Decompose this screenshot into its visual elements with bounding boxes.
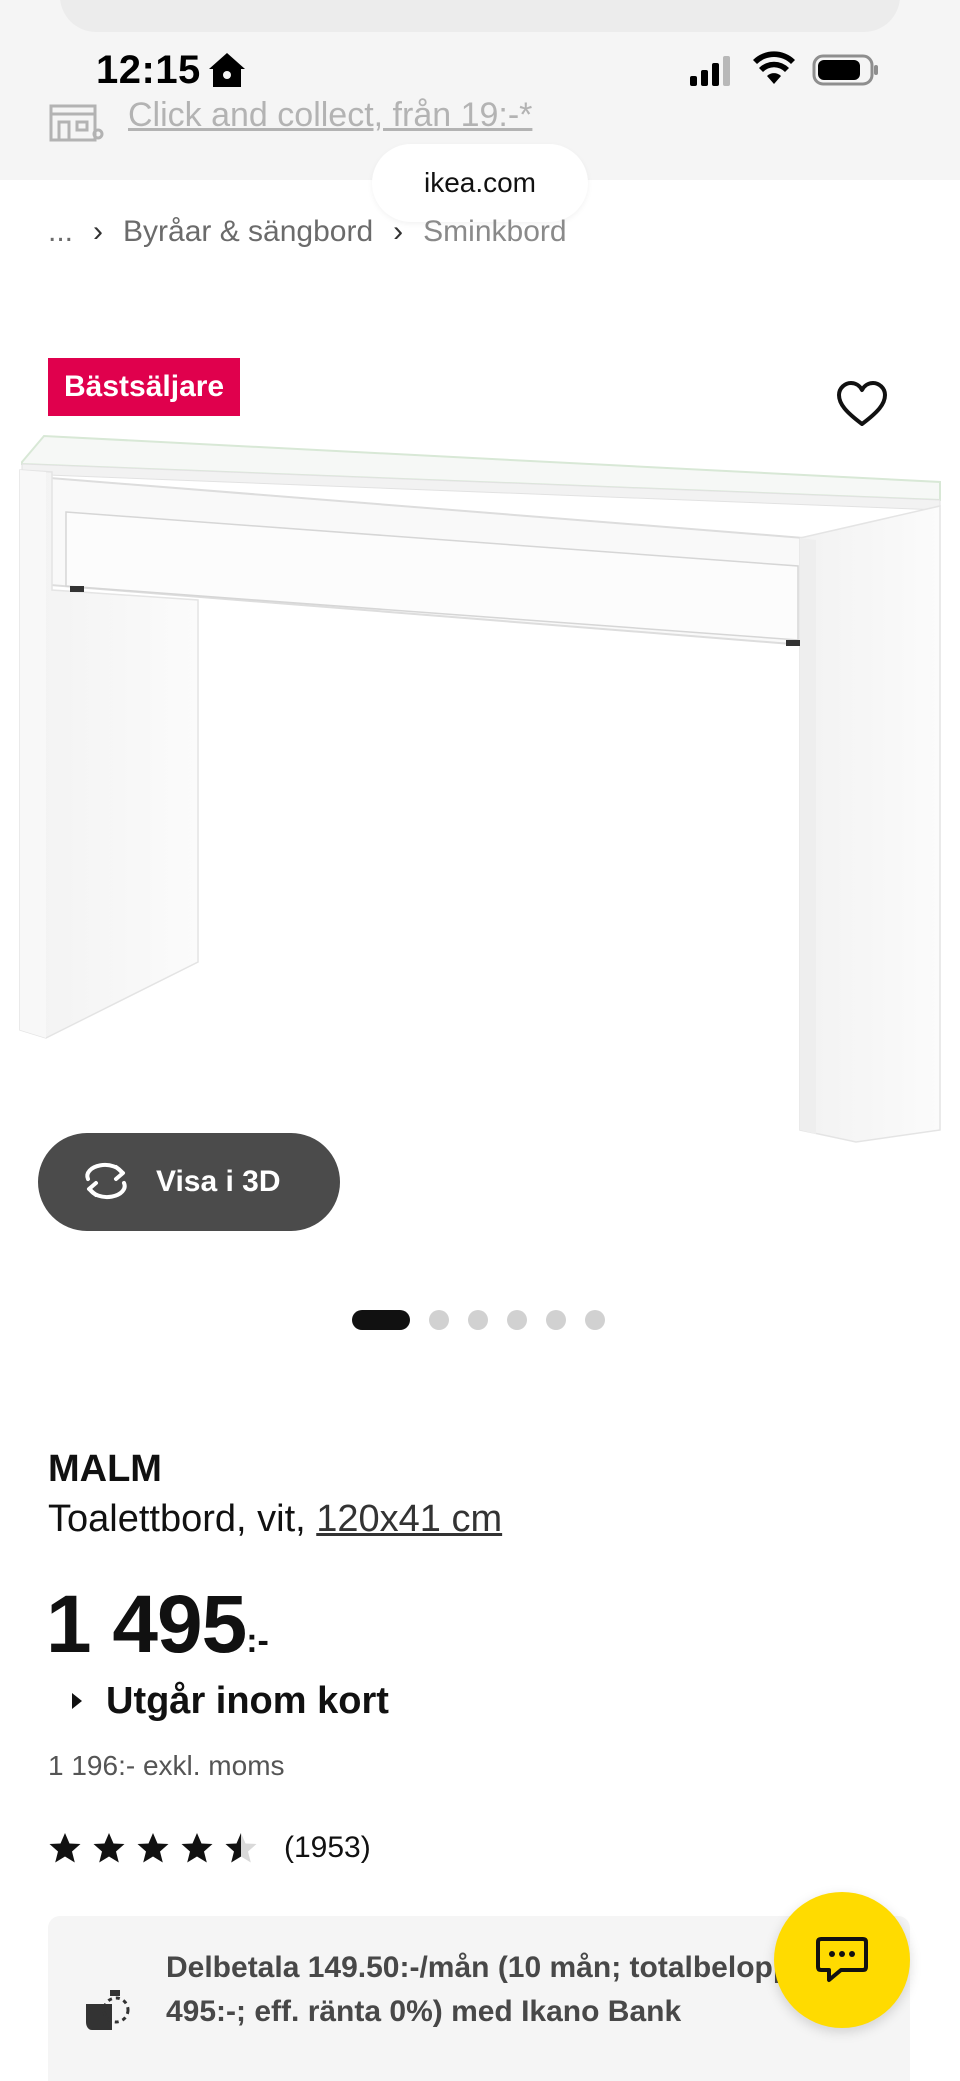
- star-full-icon: [93, 1833, 125, 1863]
- financing-text: Delbetala 149.50:-/mån (10 mån; totalbel…: [166, 1951, 817, 2028]
- price-ex-vat: 1 196:- exkl. moms: [48, 1750, 285, 1781]
- product-type: Toalettbord, vit,: [48, 1498, 306, 1540]
- chat-icon: [816, 1937, 868, 1982]
- click-collect-link[interactable]: Click and collect, från 19:-*: [128, 96, 532, 135]
- top-pill-shape: [60, 0, 900, 32]
- status-time: 12:15: [96, 48, 201, 92]
- bestseller-badge: Bästsäljare: [48, 358, 241, 416]
- breadcrumb-more[interactable]: ...: [48, 215, 73, 249]
- carousel-dot-5[interactable]: [546, 1310, 566, 1330]
- star-full-icon: [49, 1833, 81, 1863]
- chat-button[interactable]: [774, 1892, 910, 2028]
- carousel-dot-3[interactable]: [468, 1310, 488, 1330]
- store-icon: [49, 104, 104, 142]
- heart-icon[interactable]: [836, 380, 888, 428]
- carousel-dot-1[interactable]: [352, 1310, 410, 1330]
- star-full-icon: [181, 1833, 213, 1863]
- click-collect-row[interactable]: Click and collect, från 19:-*: [48, 96, 748, 144]
- carousel-dot-4[interactable]: [507, 1310, 527, 1330]
- wifi-icon: [753, 51, 795, 84]
- review-count: (1953): [284, 1831, 371, 1864]
- chevron-right-icon: ›: [393, 215, 404, 248]
- rotate-3d-icon: [85, 1162, 127, 1200]
- product-dimensions-link[interactable]: 120x41 cm: [316, 1498, 502, 1540]
- product-name: MALM: [48, 1448, 162, 1490]
- triangle-right-icon: [72, 1693, 82, 1709]
- chevron-right-icon: ›: [93, 215, 104, 248]
- availability-text: Utgår inom kort: [106, 1679, 389, 1722]
- price-suffix: :-: [246, 1622, 269, 1660]
- breadcrumb: ... › Byråar & sängbord › Sminkbord: [48, 210, 567, 254]
- star-full-icon: [137, 1833, 169, 1863]
- breadcrumb-item-dressers[interactable]: Byråar & sängbord: [123, 215, 373, 249]
- carousel-dot-6[interactable]: [585, 1310, 605, 1330]
- product-price: 1 495:-: [46, 1578, 269, 1672]
- price-value: 1 495: [46, 1579, 247, 1670]
- availability-toggle[interactable]: Utgår inom kort: [72, 1676, 389, 1726]
- rating-row[interactable]: (1953): [48, 1828, 371, 1868]
- home-icon: [209, 53, 245, 87]
- product-image[interactable]: [16, 430, 946, 1150]
- view-3d-button[interactable]: Visa i 3D: [38, 1133, 340, 1231]
- status-bar: 12:15: [0, 40, 960, 100]
- product-description: Toalettbord, vit, 120x41 cm: [48, 1498, 502, 1541]
- piggy-bank-icon: [86, 1990, 130, 2030]
- breadcrumb-item-dressing-tables[interactable]: Sminkbord: [423, 215, 566, 249]
- star-half-icon: [225, 1833, 257, 1863]
- image-carousel-dots: [352, 1309, 624, 1331]
- battery-icon: [812, 54, 878, 86]
- view-3d-label: Visa i 3D: [156, 1165, 281, 1198]
- carousel-dot-2[interactable]: [429, 1310, 449, 1330]
- cellular-signal-icon: [690, 56, 730, 86]
